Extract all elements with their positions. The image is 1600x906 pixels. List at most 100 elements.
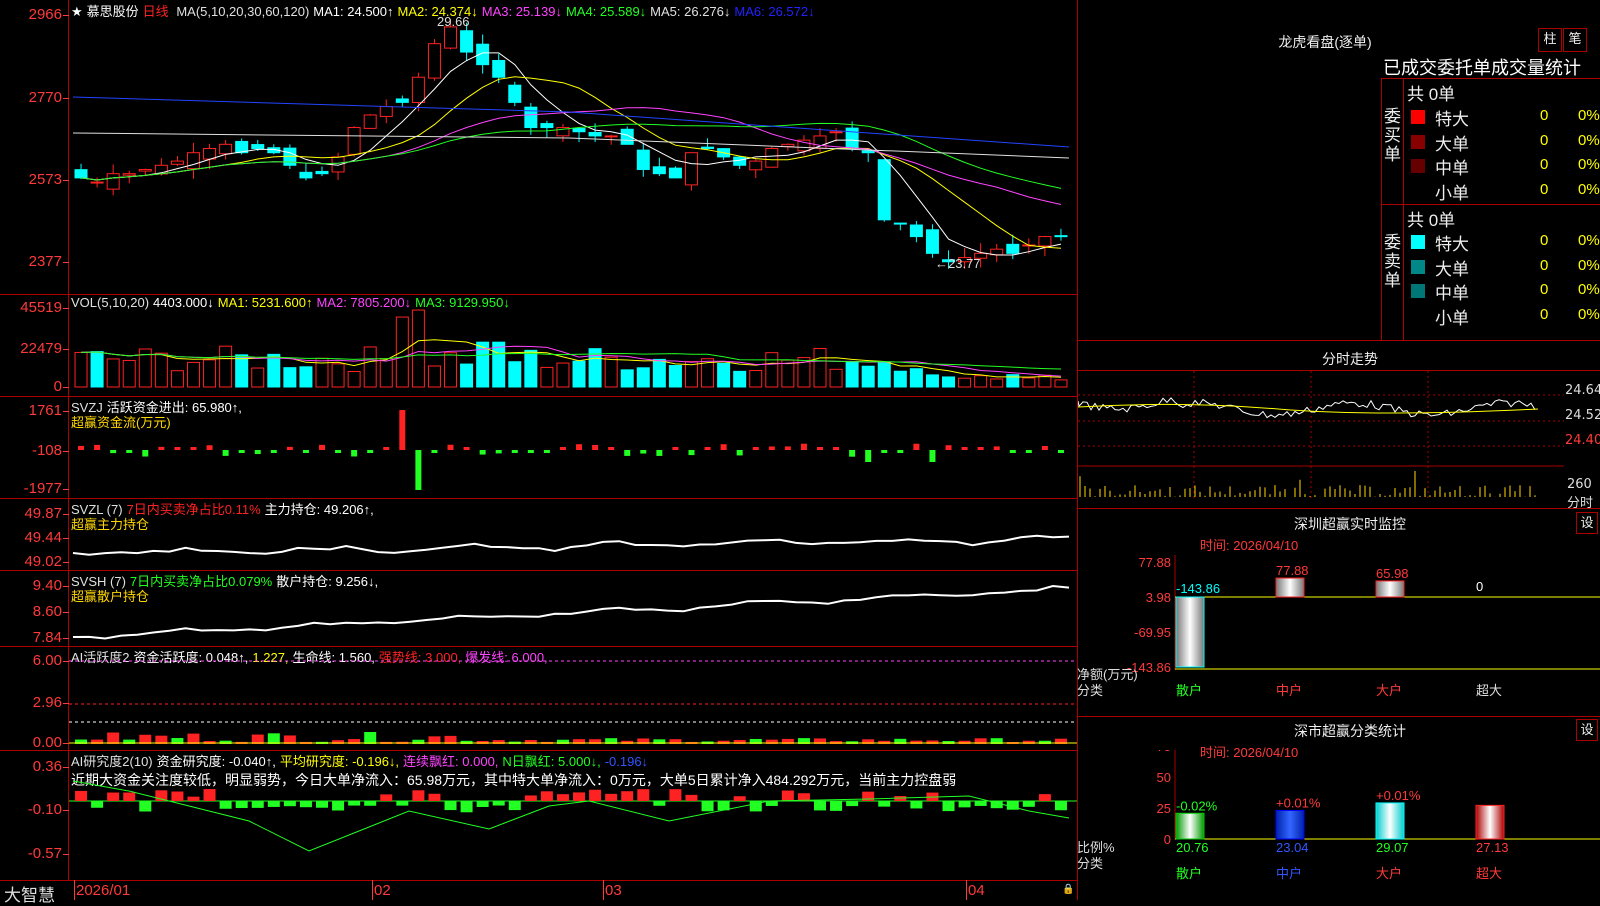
research-bar — [235, 801, 248, 809]
volume-bar — [411, 309, 425, 388]
research-bar — [316, 801, 328, 808]
y-tick-label: -0.57 — [27, 845, 62, 862]
buy-row-count: 0 — [1540, 131, 1549, 149]
volume-bar — [893, 370, 907, 388]
volume-bar — [106, 358, 120, 388]
svzj-chart[interactable] — [69, 397, 1077, 498]
volume-bar — [990, 378, 1004, 388]
candle-body — [379, 106, 393, 117]
buy-total: 共 0单 — [1407, 85, 1456, 104]
kline-chart[interactable]: 29.66 ←23.77 — [69, 0, 1077, 294]
flow-bar — [849, 450, 856, 457]
sz-class-chart[interactable]: 75 50 25 0 20.76 -0.02% 散户 23.04 +0.01% 中户 29.07 +0… — [1077, 750, 1600, 900]
divider — [0, 880, 1077, 881]
dragon-tiger-subtitle: 已成交委托单成交量统计 — [1383, 58, 1581, 78]
sz-monitor-settings-button[interactable]: 设 — [1576, 512, 1598, 534]
x-tick-label: 2026/01 — [76, 882, 131, 899]
y-tick-label: 49.02 — [24, 553, 62, 570]
candle-body — [299, 171, 313, 179]
sz-class-settings-button[interactable]: 设 — [1576, 719, 1598, 741]
sell-total: 共 0单 — [1407, 211, 1456, 230]
research-curve — [72, 780, 1070, 852]
flow-bar — [142, 450, 149, 457]
volume-bar — [444, 352, 458, 388]
flow-bar — [206, 445, 213, 450]
research-bar — [428, 793, 441, 801]
research-bar — [637, 789, 650, 801]
volume-bar — [636, 367, 650, 388]
flow-bar — [399, 410, 406, 450]
flow-bar — [174, 447, 181, 450]
sz-class-bar — [1375, 802, 1405, 840]
volume-bar — [556, 362, 570, 388]
flow-bar — [190, 447, 197, 450]
flow-bar — [383, 447, 390, 450]
candle-body — [347, 127, 361, 155]
svsh-chart[interactable] — [69, 571, 1077, 646]
flow-bar — [865, 450, 872, 462]
y-tick-label: -1977 — [23, 480, 62, 497]
x-tick-label: 03 — [605, 882, 622, 899]
volume-bar — [219, 345, 233, 388]
intraday-chart[interactable] — [1078, 371, 1564, 507]
volume-bar — [170, 370, 184, 388]
y-tick-label: -108 — [31, 442, 62, 459]
flow-bar — [351, 450, 358, 457]
buy-row-pct: 0% — [1578, 131, 1600, 149]
volume-bar — [749, 369, 763, 388]
sz-monitor-bar — [1175, 596, 1205, 668]
volume-bar — [604, 356, 618, 388]
research-bar — [123, 792, 136, 801]
research-bar — [171, 791, 184, 801]
research-bar — [1054, 801, 1067, 811]
research-bar — [107, 792, 120, 801]
research-bar — [556, 794, 569, 801]
volume-chart[interactable] — [69, 295, 1077, 396]
research-bar — [492, 801, 505, 806]
sz-class-unit: 比例% — [1077, 840, 1115, 855]
flow-bar — [1025, 450, 1032, 453]
volume-bar — [363, 346, 377, 388]
sz-monitor-title: 深圳超赢实时监控 — [1294, 516, 1406, 532]
sz-monitor-chart[interactable]: 77.883.98-69.95-143.86-143.8677.88 65.980… — [1077, 540, 1600, 715]
sz-monitor-value-label: 0 — [1476, 579, 1483, 594]
tick-view-button[interactable]: 笔 — [1563, 28, 1587, 52]
lock-icon[interactable]: 🔒 — [1062, 884, 1074, 895]
volume-bar — [733, 370, 747, 388]
sz-monitor-bar — [1275, 577, 1305, 598]
volume-bar — [668, 365, 682, 388]
flow-bar — [688, 450, 695, 456]
svzl-chart[interactable] — [69, 499, 1077, 570]
candle-body — [492, 59, 506, 78]
sz-monitor-unit: 净额(万元) — [1077, 667, 1138, 682]
flow-bar — [302, 450, 309, 453]
divider — [1381, 78, 1382, 340]
sz-class-bar — [1475, 804, 1505, 840]
volume-bar — [942, 376, 956, 388]
candle-body — [588, 131, 602, 137]
research-bar — [846, 801, 859, 807]
ai-research-chart[interactable] — [69, 751, 1077, 880]
y-tick-label: 2966 — [28, 6, 62, 23]
sz-class-category: 散户 — [1176, 866, 1202, 881]
volume-bar — [235, 354, 249, 388]
volume-bar — [299, 366, 313, 388]
research-bar — [830, 801, 843, 811]
volume-bar — [652, 358, 666, 388]
flow-bar — [479, 450, 486, 455]
sell-row-label: 小单 — [1435, 308, 1469, 328]
research-bar — [589, 789, 602, 801]
sz-class-y-label: 0 — [1164, 832, 1171, 847]
sz-class-cat-label: 分类 — [1077, 856, 1103, 871]
bar-view-button[interactable]: 柱 — [1538, 28, 1562, 52]
main-holding-line — [72, 534, 1070, 556]
sz-class-category: 中户 — [1276, 866, 1302, 881]
volume-bar — [845, 360, 859, 388]
flow-bar — [672, 447, 679, 450]
volume-bar — [460, 363, 474, 388]
sz-class-value-label: 23.04 — [1276, 840, 1309, 855]
research-bar — [573, 792, 586, 801]
research-bar — [910, 801, 923, 809]
ai-active-chart[interactable] — [69, 647, 1077, 750]
high-price-label: 29.66 — [437, 14, 470, 29]
